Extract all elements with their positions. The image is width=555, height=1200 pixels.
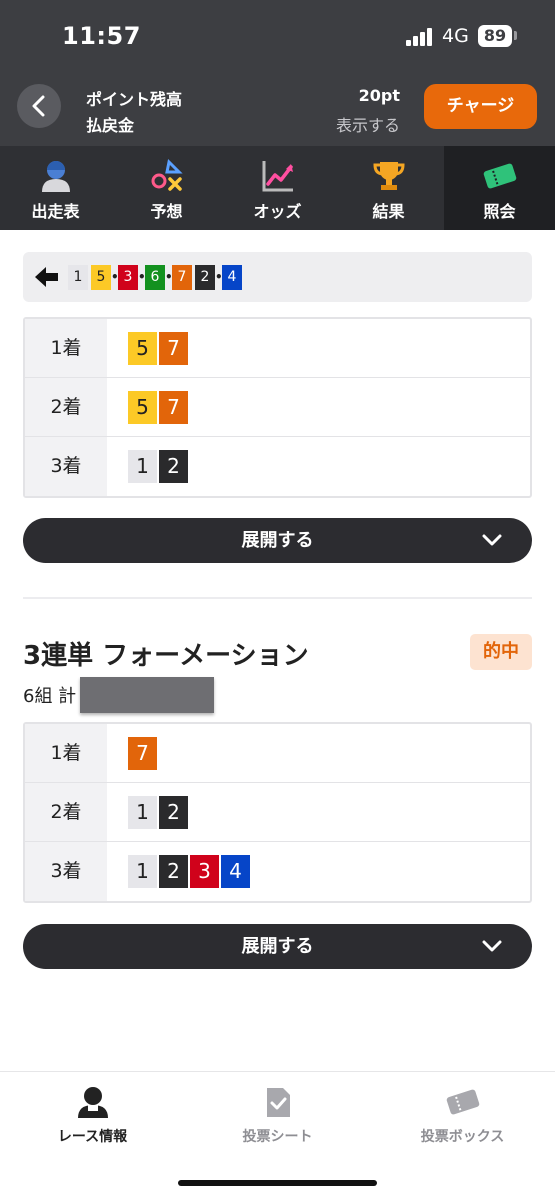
number-chip: 5: [128, 332, 157, 365]
number-chip: 1: [128, 855, 157, 888]
sequence-separator: •: [138, 270, 146, 284]
hit-badge: 的中: [470, 634, 532, 670]
chevron-down-icon: [482, 534, 502, 546]
chevron-down-icon: [482, 940, 502, 952]
chevron-left-icon: [32, 95, 45, 117]
battery-tip: [514, 31, 517, 40]
prediction-icon: [151, 158, 183, 191]
trophy-icon: [373, 162, 405, 190]
header: ポイント残高 払戻金 20pt 表示する チャージ: [0, 76, 555, 146]
expand-label: 展開する: [241, 530, 314, 551]
points-label: ポイント残高: [86, 90, 183, 109]
number-chip: 7: [128, 737, 157, 770]
tab-label: 結果: [372, 202, 405, 221]
table-row: 1着 5 7: [25, 319, 530, 378]
tab-label: 照会: [483, 202, 516, 221]
table-row: 1着 7: [25, 724, 530, 783]
back-button[interactable]: [17, 84, 61, 128]
status-time: 11:57: [62, 22, 141, 50]
tab-inquiry[interactable]: 照会: [444, 146, 555, 230]
result-number: 2: [195, 264, 215, 290]
check-sheet-icon: [267, 1088, 290, 1117]
number-chip: 5: [128, 391, 157, 424]
place-label: 2着: [25, 378, 107, 436]
number-chips: 1 2: [128, 796, 190, 829]
arrow-left-icon: [35, 267, 58, 287]
place-label: 2着: [25, 783, 107, 841]
tab-label: 予想: [150, 202, 183, 221]
number-chip: 2: [159, 796, 188, 829]
number-chip: 4: [221, 855, 250, 888]
charge-button[interactable]: チャージ: [424, 84, 537, 129]
tab-bar: 出走表 予想 オッズ 結果 照会: [0, 146, 555, 230]
sequence-separator: •: [165, 270, 173, 284]
network-label: 4G: [442, 25, 469, 47]
expand-label: 展開する: [241, 936, 314, 957]
signal-icon: [406, 28, 434, 46]
ticket-box-icon: [446, 1089, 480, 1115]
racer-icon: [78, 1087, 108, 1118]
refund-label: 払戻金: [86, 116, 135, 135]
table-row: 3着 1 2: [25, 437, 530, 496]
nav-vote-box[interactable]: 投票ボックス: [370, 1072, 555, 1162]
show-refund-link[interactable]: 表示する: [336, 112, 400, 136]
tab-label: オッズ: [253, 202, 302, 221]
battery-icon: 89: [478, 25, 512, 47]
tab-results[interactable]: 結果: [333, 146, 444, 230]
result-number: 4: [222, 264, 242, 290]
result-number: 5: [91, 264, 111, 290]
tab-prediction[interactable]: 予想: [111, 146, 222, 230]
combo-count: 6組 計: [23, 686, 77, 707]
home-indicator: [178, 1180, 377, 1186]
nav-label: 投票シート: [242, 1129, 313, 1145]
table-row: 2着 5 7: [25, 378, 530, 437]
result-number: 7: [172, 264, 192, 290]
sequence-separator: •: [215, 270, 223, 284]
formation-table: 1着 7 2着 1 2 3着 1 2 3 4: [23, 722, 532, 903]
tab-odds[interactable]: オッズ: [222, 146, 333, 230]
result-number: 3: [118, 264, 138, 290]
number-chips: 1 2 3 4: [128, 855, 252, 888]
points-value: 20pt: [358, 86, 400, 105]
odds-chart-icon: [262, 161, 293, 192]
number-chip: 2: [159, 450, 188, 483]
number-chip: 7: [159, 391, 188, 424]
table-row: 3着 1 2 3 4: [25, 842, 530, 901]
nav-label: レース情報: [57, 1129, 128, 1145]
number-chips: 5 7: [128, 391, 190, 424]
number-chip: 2: [159, 855, 188, 888]
number-chip: 7: [159, 332, 188, 365]
place-label: 3着: [25, 842, 107, 901]
result-sequence-bar: 1 5 • 3 • 6 • 7 2 • 4: [23, 252, 532, 302]
number-chip: 1: [128, 796, 157, 829]
expand-button[interactable]: 展開する: [23, 518, 532, 563]
tab-entries[interactable]: 出走表: [0, 146, 111, 230]
nav-vote-sheet[interactable]: 投票シート: [185, 1072, 370, 1162]
table-row: 2着 1 2: [25, 783, 530, 842]
result-number: 1: [68, 264, 88, 290]
number-chips: 7: [128, 737, 159, 770]
nav-race-info[interactable]: レース情報: [0, 1072, 185, 1162]
redacted-amount: [80, 677, 214, 713]
number-chips: 1 2: [128, 450, 190, 483]
tab-label: 出走表: [31, 202, 80, 221]
ticket-icon: [483, 163, 517, 189]
place-label: 3着: [25, 437, 107, 496]
status-bar: 11:57 4G 89: [0, 0, 555, 76]
number-chip: 1: [128, 450, 157, 483]
place-label: 1着: [25, 319, 107, 377]
expand-button[interactable]: 展開する: [23, 924, 532, 969]
result-sequence: 1 5 • 3 • 6 • 7 2 • 4: [68, 264, 242, 290]
number-chips: 5 7: [128, 332, 190, 365]
formation-table: 1着 5 7 2着 5 7 3着 1 2: [23, 317, 532, 498]
result-number: 6: [145, 264, 165, 290]
number-chip: 3: [190, 855, 219, 888]
section-divider: [23, 597, 532, 599]
racer-icon: [42, 161, 70, 192]
place-label: 1着: [25, 724, 107, 782]
bet-type-title: 3連単 フォーメーション: [23, 641, 309, 671]
sequence-separator: •: [111, 270, 119, 284]
nav-label: 投票ボックス: [420, 1129, 505, 1145]
